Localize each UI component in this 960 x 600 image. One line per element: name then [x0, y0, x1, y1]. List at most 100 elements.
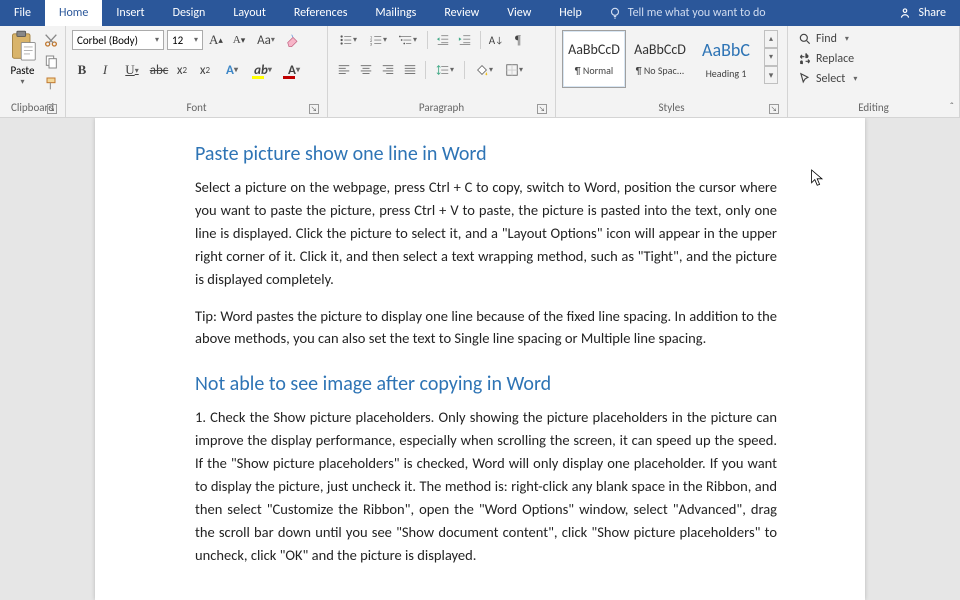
tell-me[interactable]: Tell me what you want to do — [596, 0, 778, 26]
paste-button[interactable]: Paste ▾ — [6, 28, 39, 87]
paste-label: Paste — [11, 64, 35, 77]
font-name-combo[interactable]: Corbel (Body)▾ — [72, 30, 164, 50]
clear-formatting-button[interactable] — [283, 30, 303, 50]
bucket-icon — [475, 63, 489, 77]
select-button[interactable]: Select ▾ — [794, 70, 861, 88]
group-label-clipboard: Clipboard — [6, 99, 59, 117]
style-scroll-up[interactable]: ▴ — [764, 30, 778, 48]
justify-button[interactable] — [400, 60, 420, 80]
separator — [427, 31, 428, 49]
line-spacing-icon — [436, 63, 450, 77]
separator — [480, 31, 481, 49]
share-label: Share — [918, 6, 946, 20]
paragraph: Tip: Word pastes the picture to display … — [195, 305, 777, 351]
group-label-styles: Styles — [562, 99, 781, 117]
document-area: Paste picture show one line in Word Sele… — [0, 118, 960, 600]
change-case-button[interactable]: Aa▾ — [252, 30, 280, 50]
format-painter-icon — [43, 76, 59, 92]
format-painter-button[interactable] — [43, 76, 59, 92]
shading-button[interactable]: ▾ — [470, 60, 498, 80]
svg-text:a: a — [800, 61, 802, 66]
shrink-font-button[interactable]: A▾ — [229, 30, 249, 50]
tab-references[interactable]: References — [280, 0, 362, 26]
heading-2: Not able to see image after copying in W… — [195, 372, 777, 396]
lightbulb-icon — [608, 6, 622, 20]
style-gallery: AaBbCcD ¶ Normal AaBbCcD ¶ No Spac... Aa… — [562, 30, 758, 88]
group-font: Corbel (Body)▾ 12▾ A▴ A▾ Aa▾ B I U ▾ abc… — [66, 26, 328, 117]
style-expand[interactable]: ▾ — [764, 66, 778, 84]
grow-font-button[interactable]: A▴ — [206, 30, 226, 50]
numbering-button[interactable]: 123▾ — [364, 30, 392, 50]
chevron-down-icon: ▾ — [20, 77, 24, 87]
paste-icon — [9, 30, 37, 62]
style-no-spacing[interactable]: AaBbCcD ¶ No Spac... — [628, 30, 692, 88]
bullets-button[interactable]: ▾ — [334, 30, 362, 50]
font-launcher[interactable] — [309, 104, 319, 114]
highlight-button[interactable]: ab▾ — [249, 60, 277, 80]
cut-icon — [43, 32, 59, 48]
show-marks-button[interactable]: ¶ — [508, 30, 528, 50]
paragraph-launcher[interactable] — [537, 104, 547, 114]
heading-1: Paste picture show one line in Word — [195, 142, 777, 166]
indent-icon — [458, 33, 472, 47]
eraser-icon — [285, 32, 301, 48]
numbering-icon: 123 — [369, 33, 383, 47]
copy-button[interactable] — [43, 54, 59, 70]
line-spacing-button[interactable]: ▾ — [431, 60, 459, 80]
style-heading-1[interactable]: AaBbC Heading 1 — [694, 30, 758, 88]
page[interactable]: Paste picture show one line in Word Sele… — [95, 118, 865, 600]
tab-home[interactable]: Home — [45, 0, 102, 26]
tab-layout[interactable]: Layout — [219, 0, 280, 26]
text-effects-button[interactable]: A▾ — [218, 60, 246, 80]
menu-bar: File Home Insert Design Layout Reference… — [0, 0, 960, 26]
bold-button[interactable]: B — [72, 60, 92, 80]
sort-button[interactable]: A↓ — [486, 30, 506, 50]
tab-review[interactable]: Review — [430, 0, 493, 26]
replace-icon: ba — [798, 52, 812, 66]
share-button[interactable]: Share — [884, 0, 960, 26]
clipboard-launcher[interactable] — [47, 104, 57, 114]
tab-design[interactable]: Design — [159, 0, 220, 26]
svg-text:3: 3 — [370, 42, 373, 47]
align-left-button[interactable] — [334, 60, 354, 80]
tell-me-label: Tell me what you want to do — [628, 6, 766, 20]
paragraph: Select a picture on the webpage, press C… — [195, 176, 777, 291]
underline-button[interactable]: U ▾ — [118, 60, 146, 80]
find-button[interactable]: Find ▾ — [794, 30, 861, 48]
styles-launcher[interactable] — [769, 104, 779, 114]
ribbon: Paste ▾ Clipboard Corbel (Body)▾ 12▾ — [0, 26, 960, 118]
borders-button[interactable]: ▾ — [500, 60, 528, 80]
style-scroll-down[interactable]: ▾ — [764, 48, 778, 66]
align-center-button[interactable] — [356, 60, 376, 80]
increase-indent-button[interactable] — [455, 30, 475, 50]
collapse-ribbon-button[interactable]: ˆ — [950, 100, 954, 113]
tab-file[interactable]: File — [0, 0, 45, 26]
group-paragraph: ▾ 123▾ ▾ A↓ ¶ ▾ ▾ ▾ — [328, 26, 556, 117]
tab-mailings[interactable]: Mailings — [361, 0, 430, 26]
italic-button[interactable]: I — [95, 60, 115, 80]
group-label-editing: Editing — [794, 99, 953, 117]
group-label-font: Font — [72, 99, 321, 117]
spacer — [778, 0, 885, 26]
replace-button[interactable]: ba Replace — [794, 50, 861, 68]
search-icon — [798, 32, 812, 46]
align-right-button[interactable] — [378, 60, 398, 80]
multilevel-list-button[interactable]: ▾ — [394, 30, 422, 50]
separator — [464, 61, 465, 79]
separator — [425, 61, 426, 79]
share-icon — [898, 6, 912, 20]
subscript-button[interactable]: x2 — [172, 60, 192, 80]
tab-help[interactable]: Help — [545, 0, 596, 26]
strikethrough-button[interactable]: abc — [149, 60, 169, 80]
multilevel-icon — [399, 33, 413, 47]
tab-insert[interactable]: Insert — [102, 0, 158, 26]
style-normal[interactable]: AaBbCcD ¶ Normal — [562, 30, 626, 88]
font-color-button[interactable]: A▾ — [280, 60, 308, 80]
align-center-icon — [359, 63, 373, 77]
decrease-indent-button[interactable] — [433, 30, 453, 50]
align-right-icon — [381, 63, 395, 77]
tab-view[interactable]: View — [493, 0, 545, 26]
superscript-button[interactable]: x2 — [195, 60, 215, 80]
cut-button[interactable] — [43, 32, 59, 48]
font-size-combo[interactable]: 12▾ — [167, 30, 203, 50]
